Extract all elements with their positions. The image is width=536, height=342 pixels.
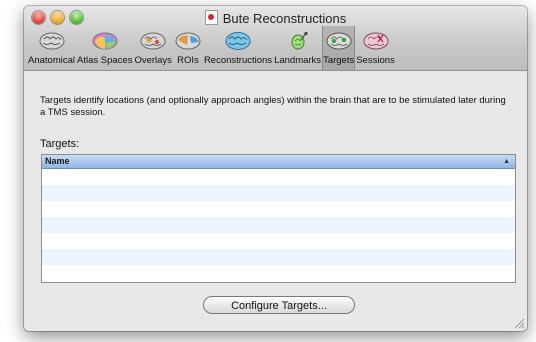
column-header-name[interactable]: Name ▲ (42, 155, 515, 169)
brain-gray-icon (39, 32, 64, 50)
table-row (42, 185, 515, 201)
targets-label: Targets: (40, 138, 80, 150)
tab-label: ROIs (177, 55, 199, 66)
table-row (42, 249, 515, 265)
document-icon (204, 10, 218, 25)
column-header-label: Name (45, 156, 70, 166)
table-row (42, 201, 515, 217)
table-row (42, 169, 515, 185)
tab-label: Atlas Spaces (77, 55, 133, 66)
tab-atlas-spaces[interactable]: Atlas Spaces (76, 26, 133, 70)
resize-grip-icon[interactable] (514, 318, 525, 329)
tab-label: Reconstructions (203, 55, 273, 66)
description-text: Targets identify locations (and optional… (40, 95, 506, 118)
window: Bute Reconstructions Anatomical Atlas Sp… (24, 6, 527, 331)
content-pane: Targets identify locations (and optional… (24, 71, 527, 331)
targets-table[interactable]: Name ▲ (41, 154, 516, 283)
table-row (42, 217, 515, 233)
tab-label: Sessions (356, 55, 395, 66)
brain-target-icon (326, 32, 352, 50)
brain-session-icon (363, 32, 388, 50)
tab-landmarks[interactable]: Landmarks (273, 26, 322, 70)
tab-overlays[interactable]: Overlays (133, 26, 172, 70)
tab-reconstructions[interactable]: Reconstructions (203, 26, 273, 70)
table-row (42, 265, 515, 281)
tab-label: Anatomical (28, 55, 75, 66)
configure-targets-button[interactable]: Configure Targets... (203, 296, 355, 314)
brain-overlay-icon (140, 32, 166, 50)
window-title: Bute Reconstructions (222, 11, 347, 26)
sort-ascending-icon: ▲ (503, 158, 510, 165)
pin-icon (291, 31, 308, 50)
brain-roi-icon (175, 32, 201, 50)
tab-label: Targets (323, 55, 355, 66)
brain-color-icon (92, 32, 118, 50)
table-row (42, 233, 515, 249)
tab-rois[interactable]: ROIs (173, 26, 203, 70)
tab-label: Overlays (134, 55, 172, 66)
tab-anatomical[interactable]: Anatomical (27, 26, 76, 70)
title-bar: Bute Reconstructions Anatomical Atlas Sp… (24, 6, 527, 71)
brain-blue-icon (225, 32, 251, 50)
preferences-toolbar: Anatomical Atlas Spaces Overlays ROIs Re… (27, 26, 396, 70)
window-title-area: Bute Reconstructions (24, 10, 527, 26)
tab-sessions[interactable]: Sessions (355, 26, 396, 70)
tab-label: Landmarks (274, 55, 322, 66)
tab-targets[interactable]: Targets (322, 26, 356, 70)
